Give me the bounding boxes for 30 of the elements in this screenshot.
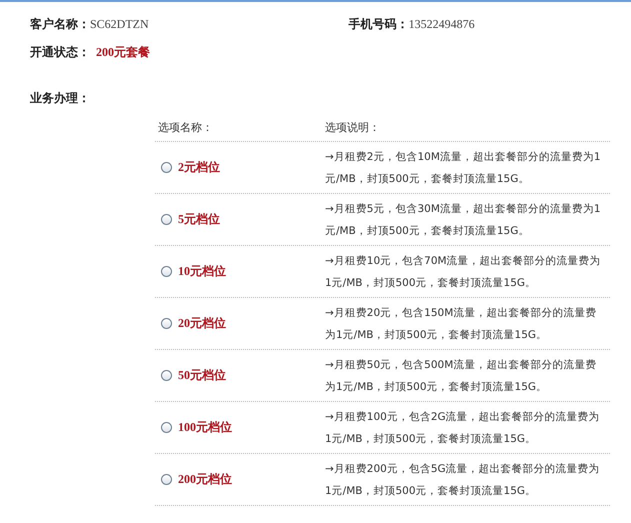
- field-label: 开通状态：: [30, 44, 90, 61]
- customer-name: SC62DTZN: [90, 16, 149, 33]
- option-description: →月租费20元，包含150M流量，超出套餐部分的流量费为1元/MB，封顶500元，套餐封顶流量15G。: [325, 306, 598, 342]
- plan-status: 200元套餐: [96, 44, 150, 61]
- field-label: 客户名称：: [30, 16, 90, 33]
- field-label: 手机号码：: [348, 16, 409, 33]
- option-name: 100元档位: [178, 419, 232, 436]
- radio-button[interactable]: [161, 162, 172, 173]
- radio-button[interactable]: [161, 214, 172, 225]
- column-header: 选项说明：: [325, 120, 381, 134]
- option-description: →月租费2元，包含10M流量，超出套餐部分的流量费为1元/MB，封顶500元，套餐封顶流量15G。: [325, 150, 602, 186]
- radio-button[interactable]: [161, 318, 172, 329]
- phone-number: 13522494876: [408, 16, 475, 33]
- option-description: →月租费50元，包含500M流量，超出套餐部分的流量费为1元/MB，封顶500元，套餐封顶流量15G。: [325, 358, 598, 394]
- option-description: →月租费5元，包含30M流量，超出套餐部分的流量费为1元/MB，封顶500元，套餐封顶流量15G。: [325, 202, 602, 238]
- option-name: 20元档位: [178, 315, 226, 332]
- option-description: →月租费200元，包含5G流量，超出套餐部分的流量费为1元/MB，封顶500元，套餐封顶流量15G。: [325, 462, 601, 498]
- option-name: 200元档位: [178, 471, 232, 488]
- option-name: 50元档位: [178, 367, 226, 384]
- option-description: →月租费10元，包含70M流量，超出套餐部分的流量费为1元/MB，封顶500元，套餐封顶流量15G。: [325, 254, 602, 290]
- radio-button[interactable]: [161, 474, 172, 485]
- radio-button[interactable]: [161, 266, 172, 277]
- option-name: 2元档位: [178, 159, 220, 176]
- option-name: 5元档位: [178, 211, 220, 228]
- section-title: 业务办理：: [30, 90, 91, 107]
- option-description: →月租费100元，包含2G流量，超出套餐部分的流量费为1元/MB，封顶500元，套餐封顶流量15G。: [325, 410, 601, 446]
- column-header: 选项名称：: [157, 120, 214, 134]
- radio-button[interactable]: [161, 422, 172, 433]
- option-name: 10元档位: [178, 263, 226, 280]
- radio-button[interactable]: [161, 370, 172, 381]
